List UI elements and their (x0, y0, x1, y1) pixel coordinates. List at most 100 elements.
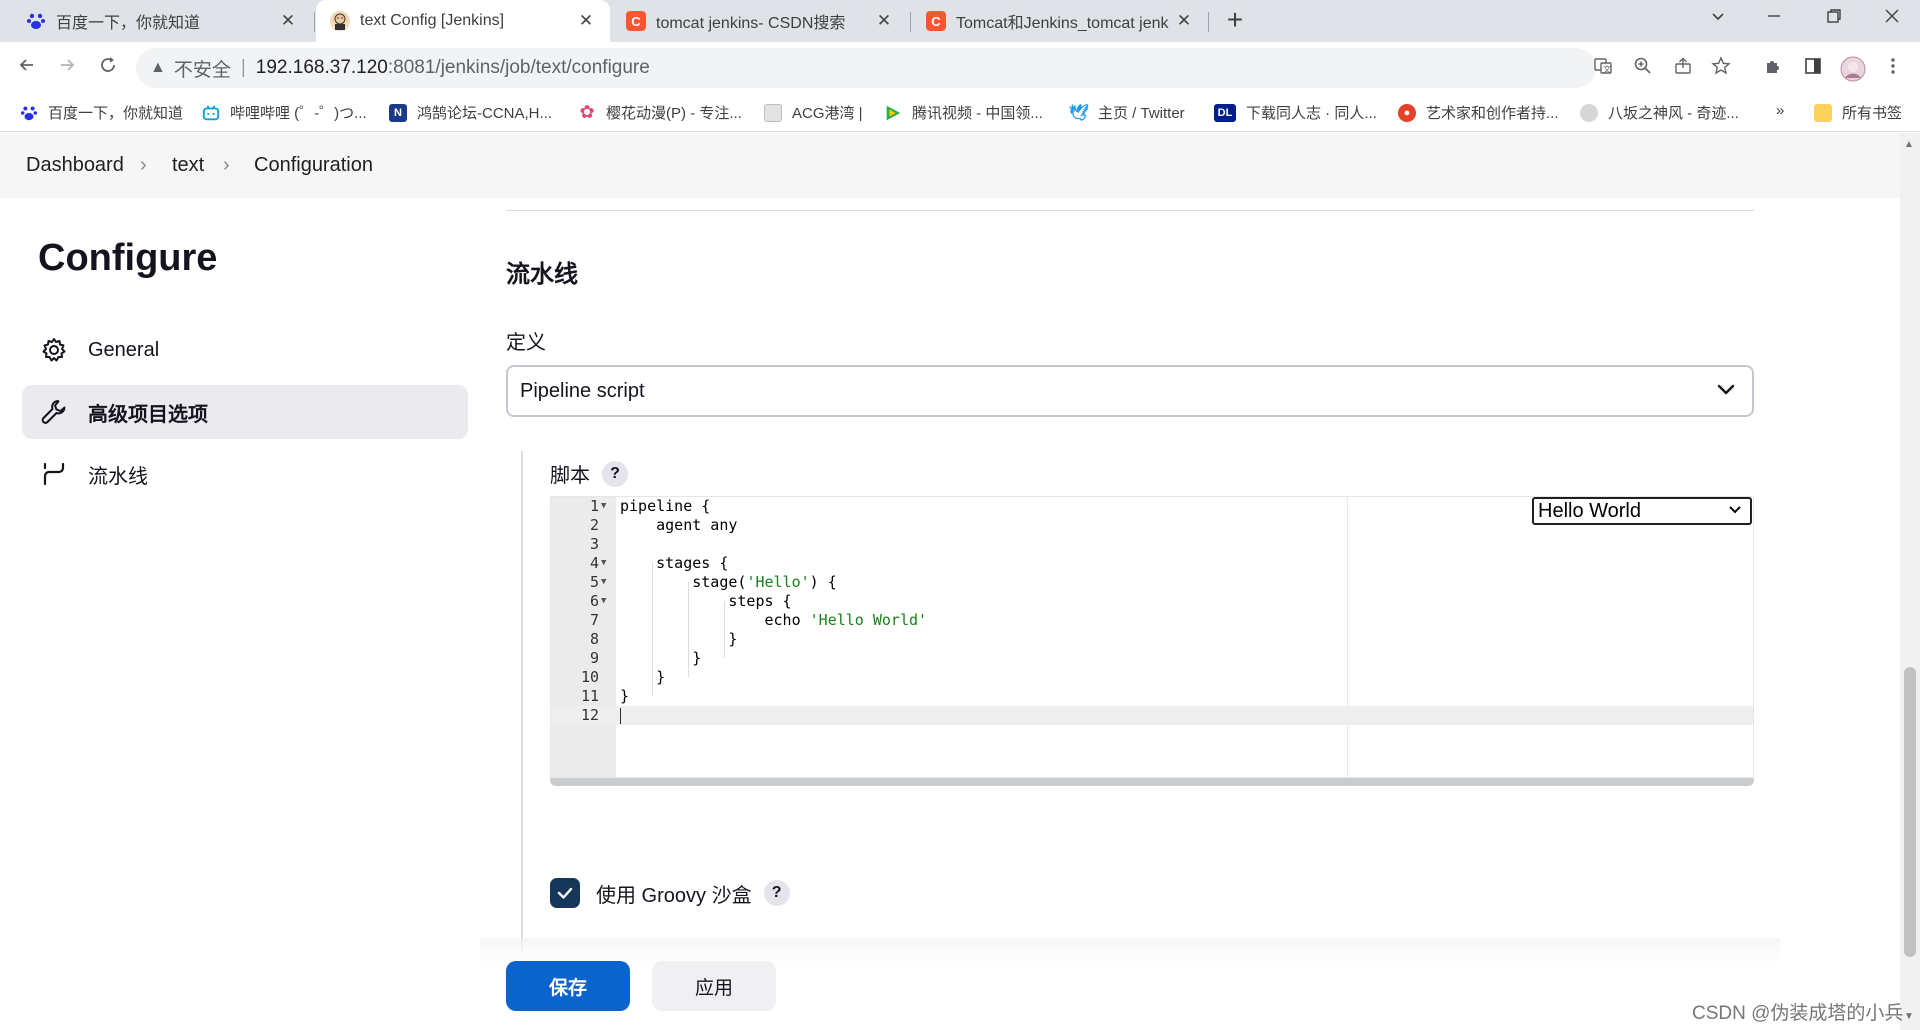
code-text: } (620, 630, 737, 649)
bookmark-item[interactable]: ✿ 樱花动漫(P) - 专注... (578, 102, 741, 123)
back-arrow-icon[interactable] (12, 54, 42, 84)
close-window-icon[interactable] (1874, 8, 1910, 29)
bookmark-item[interactable]: 百度一下，你就知道 (20, 102, 183, 123)
sidebar-item-pipeline[interactable]: 流水线 (22, 447, 468, 501)
reload-icon[interactable] (93, 54, 123, 84)
all-bookmarks[interactable]: 所有书签 (1814, 102, 1902, 123)
browser-tab-csdn-search[interactable]: C tomcat jenkins- CSDN搜索 ✕ (612, 0, 908, 42)
translate-icon[interactable]: 文 (1590, 56, 1616, 82)
scroll-down-arrow-icon[interactable]: ▼ (1904, 1011, 1914, 1022)
browser-tab-jenkins[interactable]: text Config [Jenkins] ✕ (316, 0, 610, 42)
close-tab-icon[interactable]: ✕ (874, 11, 894, 31)
code-line[interactable]: 9 } (551, 649, 1753, 668)
page-scrollbar[interactable]: ▲ ▼ (1900, 133, 1920, 1030)
code-text: stage('Hello') { (620, 573, 837, 592)
help-icon[interactable]: ? (763, 880, 790, 906)
tencent-video-icon (884, 104, 902, 122)
definition-select[interactable]: Pipeline script (506, 365, 1754, 417)
page-title: Configure (38, 237, 218, 279)
code-line[interactable]: 12 (551, 706, 1753, 725)
share-icon[interactable] (1670, 56, 1696, 82)
bookmark-item[interactable]: N 鸿鹄论坛-CCNA,H... (389, 102, 552, 123)
code-line[interactable]: 4 ▼ stages { (551, 554, 1753, 573)
code-line[interactable]: 3 (551, 535, 1753, 554)
script-label-text: 脚本 (550, 465, 590, 487)
sidebar-item-label: 流水线 (88, 465, 148, 488)
groovy-sandbox-checkbox[interactable] (550, 878, 580, 908)
script-label: 脚本 ? (550, 459, 628, 488)
tab-title: 百度一下，你就知道 (56, 15, 201, 32)
breadcrumb-dashboard[interactable]: Dashboard (26, 154, 124, 177)
side-panel-icon[interactable] (1800, 56, 1826, 82)
apply-button[interactable]: 应用 (652, 961, 776, 1011)
script-editor[interactable]: 1 ▼ pipeline {2 agent any 3 4 ▼ stages {5 ▼ st… (550, 496, 1754, 778)
dl-icon: DL (1214, 103, 1236, 122)
code-line[interactable]: 6 ▼ steps { (551, 592, 1753, 611)
breadcrumb: Dashboard › text › Configuration (0, 133, 1900, 198)
definition-value: Pipeline script (520, 379, 645, 402)
bookmark-item[interactable]: 八坂之神风 - 奇迹... (1580, 102, 1739, 123)
close-tab-icon[interactable]: ✕ (1174, 11, 1194, 31)
extensions-icon[interactable] (1760, 56, 1786, 82)
close-tab-icon[interactable]: ✕ (278, 11, 298, 31)
help-icon[interactable]: ? (602, 460, 628, 487)
bookmark-item[interactable]: 🕊 主页 / Twitter (1069, 102, 1185, 123)
code-text: stages { (620, 554, 728, 573)
tab-search-chevron-icon[interactable] (1700, 8, 1736, 29)
menu-kebab-icon[interactable] (1880, 56, 1906, 82)
code-string: 'Hello World' (809, 611, 928, 629)
line-number: 4 (589, 554, 599, 572)
breadcrumb-job[interactable]: text (172, 154, 204, 177)
code-token: stages { (620, 554, 729, 572)
fold-arrow-icon[interactable]: ▼ (601, 554, 606, 573)
zoom-icon[interactable] (1630, 56, 1656, 82)
profile-avatar-icon[interactable] (1840, 56, 1866, 82)
section-divider (506, 210, 1754, 211)
section-title: 流水线 (506, 261, 578, 288)
browser-tab-baidu[interactable]: 百度一下，你就知道 ✕ (12, 0, 312, 42)
jenkins-icon (330, 11, 350, 31)
fold-arrow-icon[interactable]: ▼ (601, 573, 606, 592)
url-path: :8081/jenkins/job/text/configure (387, 57, 650, 78)
tab-title: text Config [Jenkins] (360, 12, 505, 29)
bookmarks-overflow-button[interactable]: » (1776, 102, 1784, 119)
restore-icon[interactable] (1816, 8, 1852, 29)
editor-resize-bar[interactable] (550, 778, 1754, 786)
sidebar-item-general[interactable]: General (22, 323, 468, 377)
minimize-icon[interactable] (1756, 8, 1792, 29)
bookmarks-bar: 百度一下，你就知道 哔哩哔哩 (゜-゜)つ... N 鸿鹄论坛-CCNA,H..… (0, 94, 1920, 132)
bookmark-item[interactable]: ● 艺术家和创作者持... (1398, 102, 1559, 123)
line-number: 1 (589, 497, 599, 515)
code-line[interactable]: 8 } (551, 630, 1753, 649)
code-line[interactable]: 10 } (551, 668, 1753, 687)
groovy-sandbox-label: 使用 Groovy 沙盒 (596, 884, 752, 907)
fold-arrow-icon[interactable]: ▼ (601, 497, 606, 516)
sidebar-item-advanced[interactable]: 高级项目选项 (22, 385, 468, 439)
bookmark-item[interactable]: ACG港湾 | (764, 102, 863, 123)
bookmark-item[interactable]: 腾讯视频 - 中国领... (884, 102, 1043, 123)
browser-tab-csdn-article[interactable]: C Tomcat和Jenkins_tomcat jenk ✕ (912, 0, 1208, 42)
close-tab-icon[interactable]: ✕ (576, 11, 596, 31)
code-token: agent any (620, 516, 738, 534)
insecure-label: 不安全 (173, 59, 231, 81)
bookmark-star-icon[interactable] (1708, 56, 1734, 82)
code-line[interactable]: 11} (551, 687, 1753, 706)
line-number: 9 (589, 649, 599, 667)
scrollbar-thumb[interactable] (1904, 667, 1916, 957)
bookmark-item[interactable]: 哔哩哔哩 (゜-゜)つ... (202, 102, 367, 123)
scroll-up-arrow-icon[interactable]: ▲ (1904, 139, 1914, 150)
code-line[interactable]: 7 echo 'Hello World' (551, 611, 1753, 630)
code-token: pipeline { (620, 497, 711, 515)
forward-arrow-icon[interactable] (52, 54, 82, 84)
code-line[interactable]: 5 ▼ stage('Hello') { (551, 573, 1753, 592)
line-number: 11 (580, 687, 599, 705)
bookmark-item[interactable]: DL 下载同人志 · 同人... (1214, 102, 1377, 123)
breadcrumb-configuration[interactable]: Configuration (254, 154, 373, 177)
sample-script-select[interactable]: Hello World (1532, 497, 1752, 525)
yasaka-icon (1580, 103, 1598, 122)
save-button[interactable]: 保存 (506, 961, 630, 1011)
fold-arrow-icon[interactable]: ▼ (601, 592, 606, 611)
tab-title: tomcat jenkins- CSDN搜索 (656, 15, 846, 32)
new-tab-button[interactable]: + (1220, 5, 1250, 35)
address-bar[interactable]: ▲ 不安全 | 192.168.37.120 :8081/jenkins/job… (136, 48, 1596, 88)
